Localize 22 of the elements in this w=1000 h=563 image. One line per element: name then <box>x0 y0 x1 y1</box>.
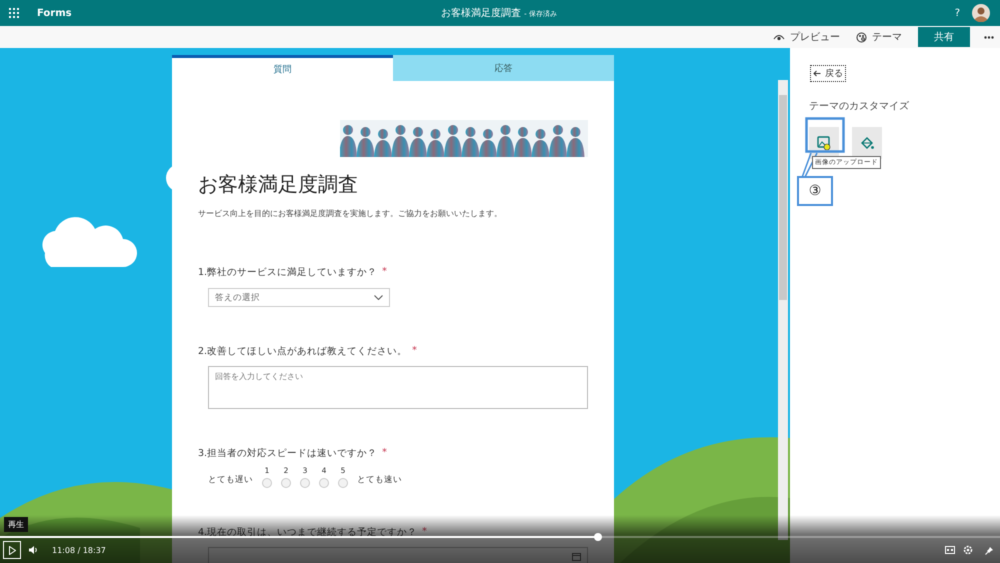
arrow-left-icon <box>813 70 821 77</box>
back-button[interactable]: 戻る <box>810 65 846 82</box>
share-button[interactable]: 共有 <box>918 27 970 47</box>
more-icon[interactable] <box>984 36 994 38</box>
preview-button[interactable]: プレビュー <box>773 30 840 44</box>
app-launcher-icon[interactable] <box>9 8 19 18</box>
eye-icon <box>773 33 785 41</box>
pin-icon[interactable] <box>985 546 994 554</box>
callout-label: ③ <box>797 176 833 206</box>
avatar-icon[interactable] <box>972 4 990 22</box>
app-name: Forms <box>37 8 72 18</box>
settings-icon[interactable] <box>963 545 973 555</box>
highlight-frame <box>805 117 845 153</box>
document-title: お客様満足度調査 <box>441 6 522 20</box>
palette-icon <box>856 32 867 42</box>
fill-color-button[interactable] <box>852 127 882 159</box>
panel-title: テーマのカスタマイズ <box>809 100 910 113</box>
theme-button[interactable]: テーマ <box>856 30 902 44</box>
captions-icon[interactable] <box>945 546 955 554</box>
paint-bucket-icon <box>860 136 874 150</box>
image-icon <box>817 136 831 150</box>
help-button[interactable]: ? <box>954 8 960 18</box>
